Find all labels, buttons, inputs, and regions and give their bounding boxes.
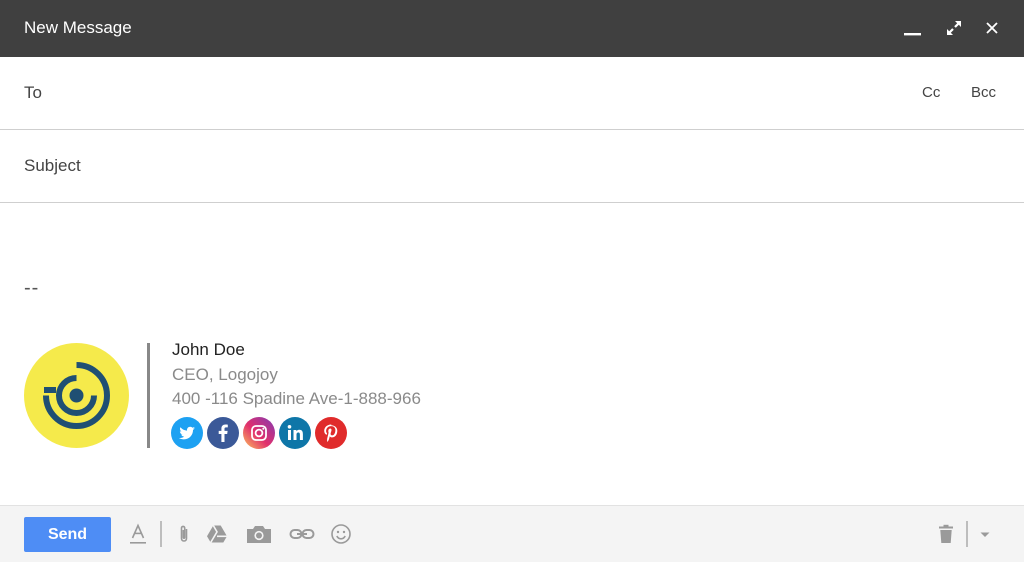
attachment-icon[interactable] [172,522,196,546]
window-title: New Message [24,18,132,37]
link-icon[interactable] [288,522,316,546]
signature-title: CEO, Logojoy [172,365,278,384]
bcc-link[interactable]: Bcc [971,84,996,101]
minimize-icon[interactable] [900,16,924,40]
close-icon[interactable] [980,16,1004,40]
subject-label: Subject [24,156,81,175]
twitter-icon[interactable] [171,417,203,449]
format-text-icon[interactable] [126,522,150,546]
subject-input[interactable] [100,148,980,184]
signature-name: John Doe [172,340,245,359]
send-button[interactable]: Send [24,517,111,552]
cc-link[interactable]: Cc [922,84,940,101]
compose-title-bar: New Message [0,0,1024,57]
trash-icon[interactable] [934,522,958,546]
signature-divider [147,343,150,448]
more-options-dropdown-icon[interactable] [975,522,995,546]
to-label: To [24,83,42,102]
instagram-icon[interactable] [243,417,275,449]
photo-icon[interactable] [245,522,273,546]
to-input[interactable] [80,75,900,111]
linkedin-icon[interactable] [279,417,311,449]
compose-toolbar: Send [0,505,1024,562]
message-body[interactable]: -- John Doe CEO, Logojoy 400 -116 Spadin… [0,203,1024,505]
pinterest-icon[interactable] [315,417,347,449]
signature-separator: -- [24,277,40,299]
emoji-icon[interactable] [329,522,353,546]
subject-row: Subject [0,130,1024,203]
company-logo [24,343,129,448]
toolbar-divider-right [966,521,968,547]
signature-address: 400 -116 Spadine Ave-1-888-966 [172,389,421,408]
facebook-icon[interactable] [207,417,239,449]
google-drive-icon[interactable] [205,522,229,546]
expand-icon[interactable] [942,16,966,40]
to-row: To Cc Bcc [0,57,1024,130]
toolbar-divider [160,521,162,547]
